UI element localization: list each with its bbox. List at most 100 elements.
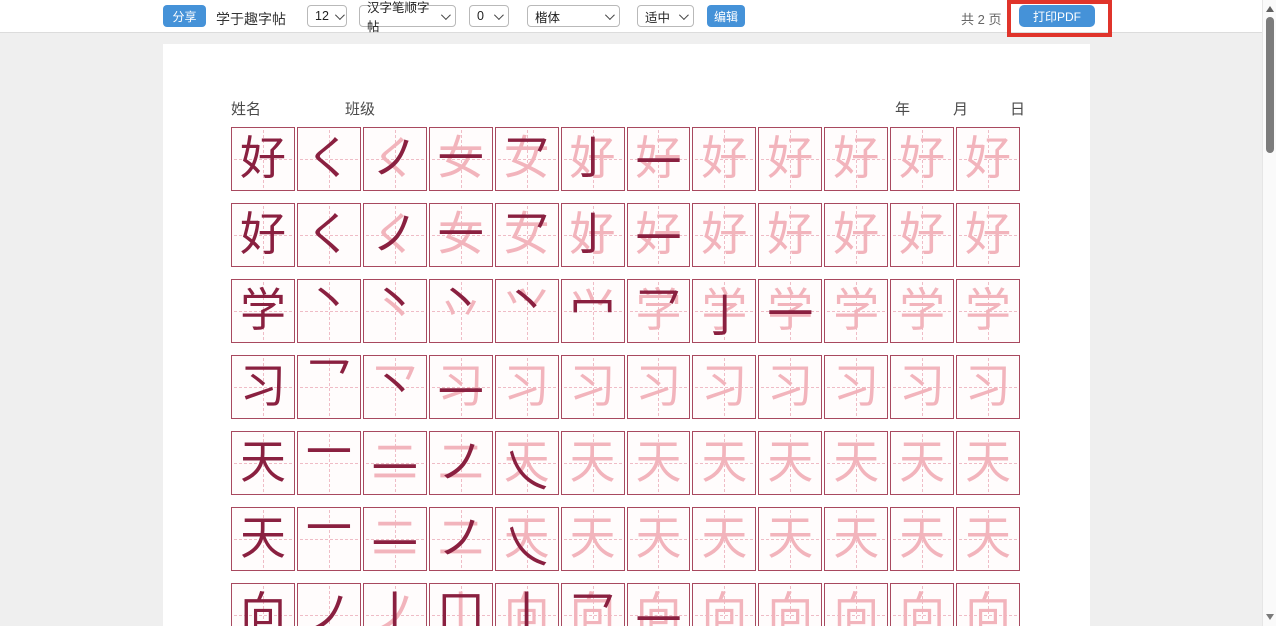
- practice-cell: 学: [956, 279, 1020, 343]
- character-glyph: 天: [965, 515, 1011, 561]
- practice-cell: ノ: [297, 583, 361, 626]
- character-glyph: 习: [833, 363, 879, 409]
- practice-cell: 好: [231, 203, 295, 267]
- offset-value: 0: [477, 9, 484, 23]
- practice-cell: 丷丶: [429, 279, 493, 343]
- character-glyph: 天: [240, 515, 286, 561]
- offset-select[interactable]: 0: [469, 5, 509, 27]
- stroke-glyph: ノ: [372, 135, 418, 181]
- stroke-glyph: 乛: [504, 211, 550, 257]
- character-glyph: 好: [899, 135, 945, 181]
- stroke-glyph: 亅: [701, 293, 747, 339]
- stroke-glyph: 丶: [306, 277, 352, 323]
- density-select[interactable]: 适中: [637, 5, 694, 27]
- font-size-value: 12: [315, 9, 329, 23]
- stroke-glyph: 乀: [504, 523, 550, 569]
- character-glyph: 天: [635, 439, 681, 485]
- practice-cell: 好一: [627, 127, 691, 191]
- practice-cell: 习: [956, 355, 1020, 419]
- practice-cell: 二一: [363, 507, 427, 571]
- practice-row: 好くくノ女一女乛好亅好一好好好好好: [231, 203, 1020, 267]
- character-glyph: 向: [767, 591, 813, 626]
- app-title: 学于趣字帖: [216, 9, 286, 29]
- character-glyph: 天: [899, 439, 945, 485]
- practice-row: 天一二一二ノ天乀天天天天天天天: [231, 431, 1020, 495]
- practice-cell: 天: [692, 431, 756, 495]
- practice-cell: 向丨: [495, 583, 559, 626]
- stroke-glyph: 一: [306, 429, 352, 475]
- print-pdf-button[interactable]: 打印PDF: [1019, 5, 1095, 27]
- stroke-glyph: く: [306, 211, 352, 257]
- character-glyph: 向: [899, 591, 945, 626]
- practice-cell: 好: [956, 203, 1020, 267]
- stroke-glyph: 一: [306, 505, 352, 551]
- character-glyph: 学: [240, 287, 286, 333]
- character-glyph: 好: [240, 211, 286, 257]
- practice-cell: 学乛: [627, 279, 691, 343]
- stroke-glyph: ノ: [438, 439, 484, 485]
- stroke-glyph: 丨: [504, 591, 550, 626]
- font-size-select[interactable]: 12: [307, 5, 347, 27]
- practice-cell: 天: [692, 507, 756, 571]
- day-label: 日: [1010, 98, 1025, 119]
- practice-cell: 好: [890, 127, 954, 191]
- practice-cell: 好: [824, 127, 888, 191]
- class-label: 班级: [345, 98, 375, 119]
- scroll-down-icon[interactable]: [1266, 614, 1274, 620]
- character-glyph: 天: [240, 439, 286, 485]
- chevron-down-icon: [494, 10, 504, 20]
- stroke-glyph: 一: [767, 291, 813, 337]
- character-glyph: 学: [899, 287, 945, 333]
- practice-cell: 向: [956, 583, 1020, 626]
- stroke-glyph: 一: [372, 521, 418, 567]
- practice-cell: 向一: [627, 583, 691, 626]
- scrollbar-thumb[interactable]: [1266, 17, 1274, 153]
- practice-cell: 二ノ: [429, 507, 493, 571]
- practice-cell: 天: [890, 431, 954, 495]
- share-button[interactable]: 分享: [163, 5, 206, 27]
- practice-cell: くノ: [363, 203, 427, 267]
- stroke-glyph: 一: [372, 445, 418, 491]
- practice-cell: 天乀: [495, 431, 559, 495]
- practice-cell: 二ノ: [429, 431, 493, 495]
- stroke-glyph: 一: [635, 139, 681, 185]
- chevron-down-icon: [335, 10, 345, 20]
- vertical-scrollbar[interactable]: [1262, 0, 1276, 626]
- practice-cell: 女一: [429, 127, 493, 191]
- practice-cell: 向: [890, 583, 954, 626]
- practice-cell: 习: [495, 355, 559, 419]
- sheet-header: 姓名 班级 年 月 日: [231, 98, 1020, 122]
- practice-cell: 丨冂: [429, 583, 493, 626]
- practice-cell: 习: [824, 355, 888, 419]
- character-glyph: 向: [701, 591, 747, 626]
- page-count: 共 2 页: [961, 9, 1001, 28]
- character-glyph: 天: [965, 439, 1011, 485]
- practice-cell: 习一: [429, 355, 493, 419]
- scroll-up-icon[interactable]: [1266, 6, 1274, 12]
- character-glyph: 向: [240, 591, 286, 626]
- practice-cell: 习: [692, 355, 756, 419]
- stroke-glyph: 一: [438, 211, 484, 257]
- character-glyph: 好: [833, 211, 879, 257]
- practice-cell: 习: [758, 355, 822, 419]
- practice-cell: 好: [692, 127, 756, 191]
- practice-cell: 天: [758, 507, 822, 571]
- template-select[interactable]: 汉字笔顺字帖: [359, 5, 456, 27]
- character-glyph: 天: [635, 515, 681, 561]
- edit-button[interactable]: 编辑: [707, 5, 745, 27]
- practice-grid: 好くくノ女一女乛好亅好一好好好好好好くくノ女一女乛好亅好一好好好好好学丶丶丶丷丶…: [231, 127, 1020, 626]
- character-glyph: 学: [965, 287, 1011, 333]
- practice-cell: 好: [758, 127, 822, 191]
- practice-cell: 向: [824, 583, 888, 626]
- practice-cell: 习: [231, 355, 295, 419]
- stroke-glyph: 丶: [504, 279, 550, 325]
- font-select[interactable]: 楷体: [527, 5, 620, 27]
- character-glyph: 向: [965, 591, 1011, 626]
- practice-cell: 好: [231, 127, 295, 191]
- chevron-down-icon: [441, 10, 451, 20]
- practice-cell: 天: [890, 507, 954, 571]
- stroke-glyph: 乛: [504, 135, 550, 181]
- practice-row: 好くくノ女一女乛好亅好一好好好好好: [231, 127, 1020, 191]
- character-glyph: 好: [899, 211, 945, 257]
- practice-cell: 向: [231, 583, 295, 626]
